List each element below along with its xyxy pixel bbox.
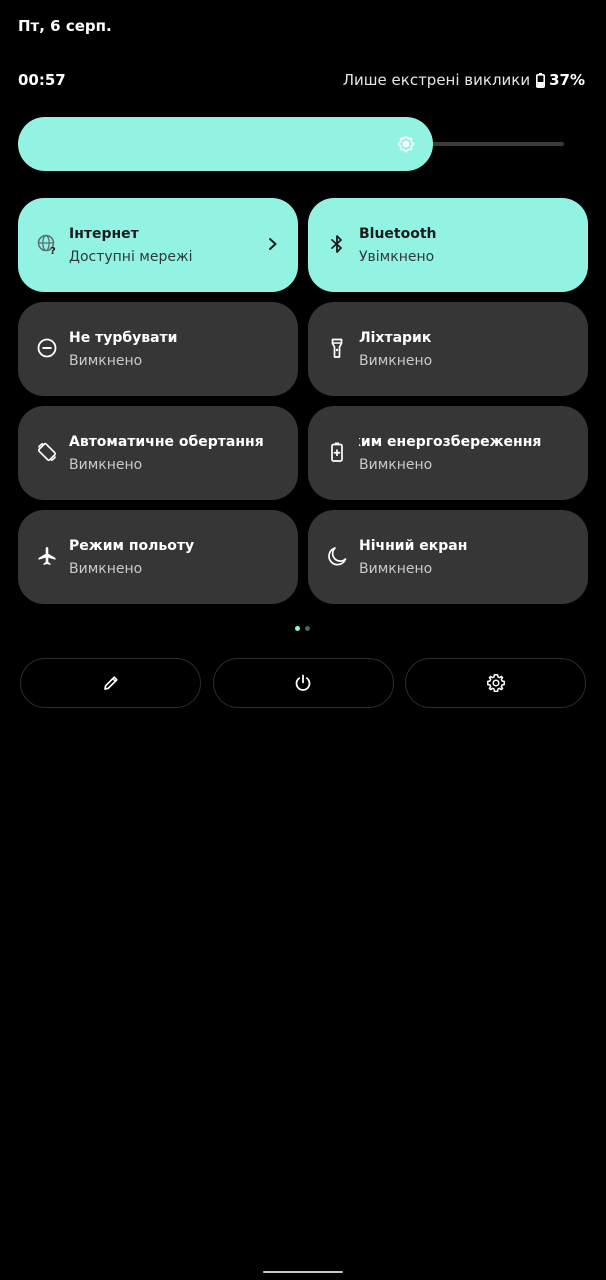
- tile-night-light-text: Нічний екран Вимкнено: [359, 537, 578, 578]
- page-dot-active: [295, 626, 300, 631]
- tile-title: Режим польоту: [69, 538, 195, 554]
- battery-percent: 37%: [549, 71, 585, 89]
- power-icon: [295, 674, 311, 691]
- home-indicator[interactable]: [263, 1271, 343, 1273]
- tile-flashlight[interactable]: Ліхтарик Вимкнено: [308, 302, 588, 396]
- flashlight-icon: [331, 338, 343, 358]
- settings-button[interactable]: [405, 658, 586, 708]
- tile-battery-saver[interactable]: жим енергозбереження Вимкнено: [308, 406, 588, 500]
- tile-subtitle: Вимкнено: [359, 561, 433, 577]
- settings-gear-icon: [486, 674, 505, 692]
- internet-globe-icon: ?: [37, 234, 56, 255]
- brightness-slider[interactable]: [18, 117, 566, 171]
- tile-battery-saver-text: жим енергозбереження Вимкнено: [359, 433, 576, 474]
- auto-rotate-icon: [37, 442, 57, 462]
- page-indicator: [295, 626, 310, 631]
- status-area: Лише екстрені виклики 37%: [343, 71, 585, 89]
- edit-button[interactable]: [20, 658, 201, 708]
- do-not-disturb-icon: [37, 338, 57, 358]
- tile-do-not-disturb[interactable]: Не турбувати Вимкнено: [18, 302, 298, 396]
- tile-subtitle: Увімкнено: [359, 249, 435, 265]
- chevron-right-icon[interactable]: [266, 236, 280, 252]
- night-light-icon: [328, 547, 347, 566]
- tile-title: Інтернет: [69, 226, 139, 242]
- tile-dnd-text: Не турбувати Вимкнено: [69, 329, 288, 370]
- tile-airplane-mode[interactable]: Режим польоту Вимкнено: [18, 510, 298, 604]
- tile-subtitle: Вимкнено: [69, 353, 143, 369]
- tile-title: Не турбувати: [69, 330, 178, 346]
- battery-saver-icon: [331, 442, 343, 462]
- page-dot: [305, 626, 310, 631]
- power-button[interactable]: [212, 658, 394, 708]
- bluetooth-icon: [331, 235, 342, 253]
- tile-subtitle: Вимкнено: [359, 457, 433, 473]
- tile-bluetooth-text: Bluetooth Увімкнено: [359, 225, 578, 266]
- quick-settings-tiles: ? Інтернет Доступні мережі Bluetooth Уві…: [18, 198, 588, 604]
- edit-pencil-icon: [103, 676, 118, 690]
- tile-title: Автоматичне обертання: [69, 434, 264, 450]
- airplane-icon: [38, 547, 56, 565]
- slider-fill[interactable]: [18, 117, 433, 171]
- tile-subtitle: Вимкнено: [359, 353, 433, 369]
- tile-internet-text: Інтернет Доступні мережі: [69, 225, 288, 266]
- footer-actions: [20, 658, 586, 708]
- tile-bluetooth[interactable]: Bluetooth Увімкнено: [308, 198, 588, 292]
- tile-auto-rotate-text: Автоматичне обертання Вимкнено: [69, 433, 288, 474]
- network-status: Лише екстрені виклики: [342, 71, 531, 89]
- tile-internet[interactable]: ? Інтернет Доступні мережі: [18, 198, 298, 292]
- tile-title: Нічний екран: [359, 538, 468, 554]
- tile-night-light[interactable]: Нічний екран Вимкнено: [308, 510, 588, 604]
- tile-title: Bluetooth: [359, 226, 437, 242]
- battery-icon: [536, 72, 546, 88]
- brightness-icon: [397, 135, 415, 153]
- tile-subtitle: Доступні мережі: [69, 249, 193, 265]
- tile-title: жим енергозбереження: [359, 434, 542, 450]
- date-label: Пт, 6 серп.: [18, 17, 112, 35]
- svg-text:?: ?: [50, 246, 56, 255]
- tile-flashlight-text: Ліхтарик Вимкнено: [359, 329, 578, 370]
- clock: 00:57: [18, 71, 66, 89]
- tile-title: Ліхтарик: [359, 330, 432, 346]
- tile-airplane-text: Режим польоту Вимкнено: [69, 537, 288, 578]
- tile-auto-rotate[interactable]: Автоматичне обертання Вимкнено: [18, 406, 298, 500]
- tile-subtitle: Вимкнено: [69, 561, 143, 577]
- tile-subtitle: Вимкнено: [69, 457, 143, 473]
